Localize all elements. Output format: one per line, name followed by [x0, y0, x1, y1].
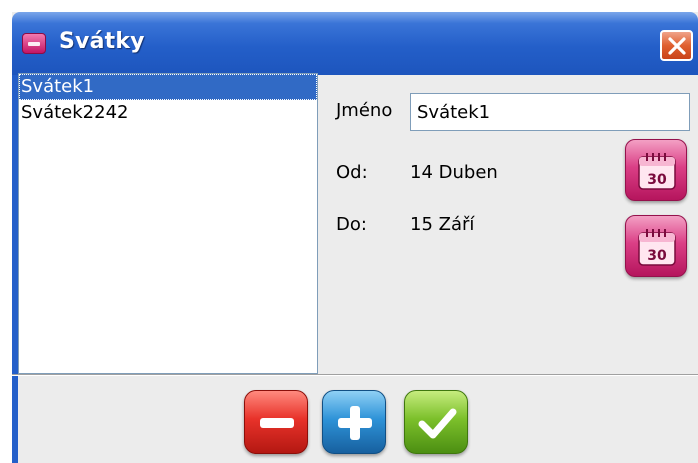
to-label: Do:: [336, 214, 367, 235]
calendar-day-text: 30: [647, 172, 667, 188]
plus-icon: [338, 406, 372, 440]
name-input[interactable]: [410, 93, 690, 131]
calendar-icon: 30: [638, 153, 676, 190]
holiday-app-icon: [22, 33, 46, 54]
name-label: Jméno: [336, 100, 393, 121]
list-item[interactable]: Svátek1: [19, 74, 317, 100]
add-holiday-button[interactable]: [322, 390, 386, 454]
confirm-button[interactable]: [404, 390, 468, 454]
list-item[interactable]: Svátek2242: [19, 100, 317, 126]
remove-holiday-button[interactable]: [244, 390, 308, 454]
toolbar-divider-highlight: [12, 375, 698, 376]
to-date-picker-button[interactable]: 30: [625, 215, 687, 277]
from-date-picker-button[interactable]: 30: [625, 139, 687, 201]
holiday-list[interactable]: Svátek1 Svátek2242: [18, 73, 318, 374]
from-label: Od:: [336, 162, 368, 183]
close-icon: [668, 37, 686, 55]
minus-icon: [260, 418, 294, 428]
checkmark-icon: [418, 408, 457, 439]
to-date-value: 15 Září: [410, 214, 475, 235]
title-bar[interactable]: Svátky: [12, 12, 698, 75]
close-button[interactable]: [660, 30, 693, 61]
calendar-icon: 30: [638, 229, 676, 266]
from-date-value: 14 Duben: [410, 162, 498, 183]
holidays-dialog: Svátky Svátek1 Svátek2242 Jméno Od: 14 D…: [12, 12, 698, 463]
window-title: Svátky: [59, 29, 145, 54]
calendar-day-text: 30: [647, 248, 667, 264]
